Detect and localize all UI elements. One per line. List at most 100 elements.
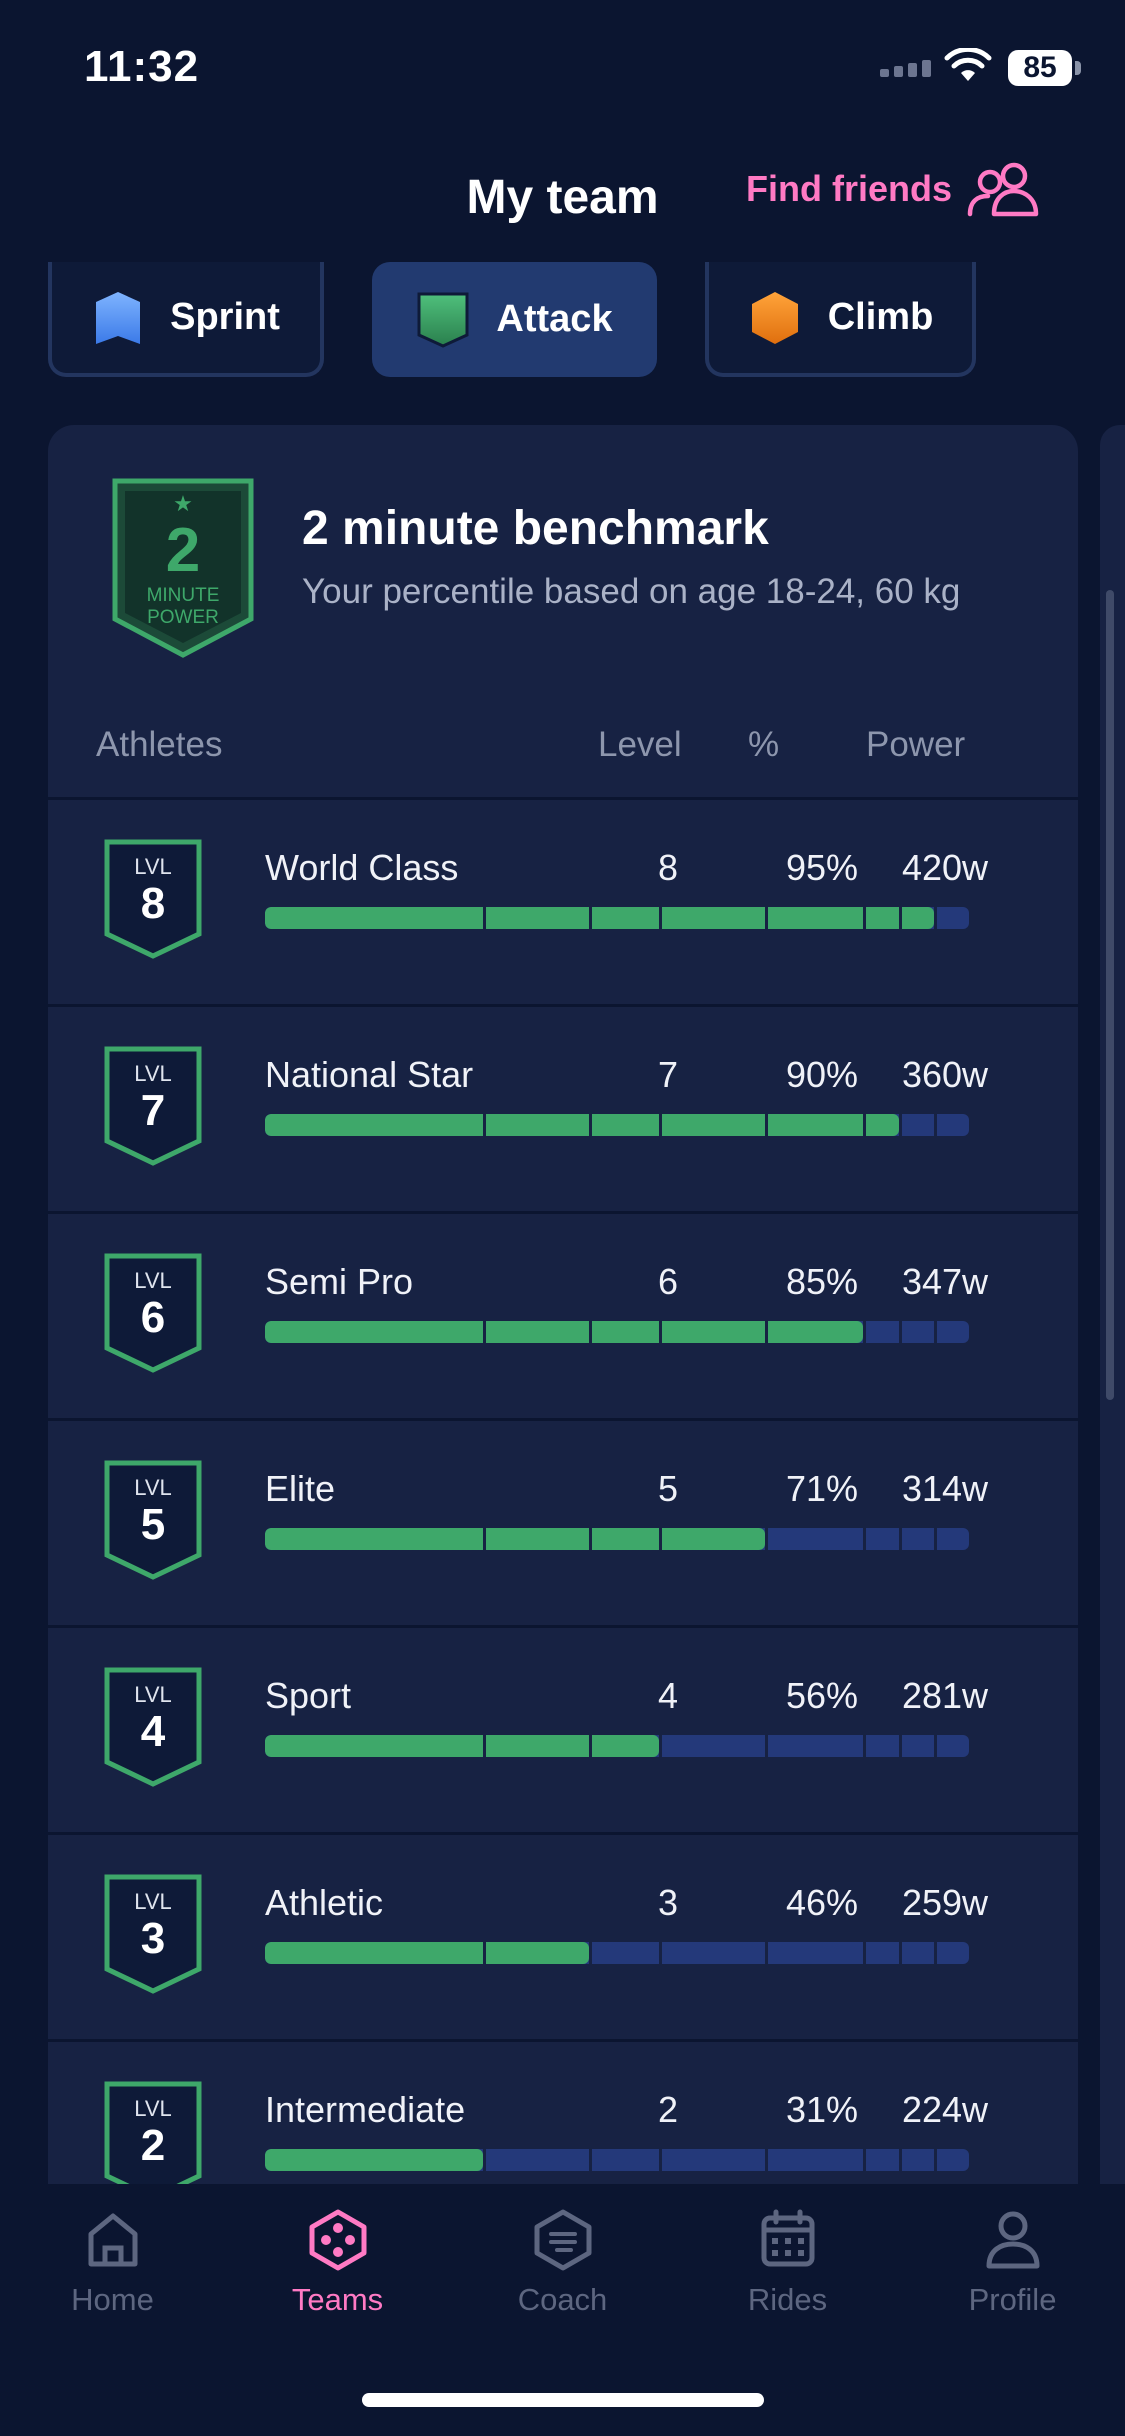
two-minute-power-badge: ★ 2 MINUTE POWER (112, 478, 254, 658)
nav-home[interactable]: Home (0, 2208, 225, 2318)
progress-bar-divider (933, 2149, 937, 2171)
battery-tip (1075, 61, 1081, 75)
table-row[interactable]: LVL 8 World Class 8 95% 420w (48, 797, 1078, 1004)
percent-value: 71% (785, 1468, 858, 1509)
progress-bar-divider (898, 1528, 902, 1550)
progress-bar-fill (265, 1528, 765, 1550)
table-row[interactable]: LVL 2 Intermediate 2 31% 224w (48, 2039, 1078, 2185)
level-badge-number: 4 (141, 1707, 166, 1756)
tab-attack-label: Attack (496, 298, 613, 340)
level-value: 5 (657, 1468, 678, 1509)
table-row[interactable]: LVL 5 Elite 5 71% 314w (48, 1418, 1078, 1625)
power-value: 420w (901, 847, 988, 888)
athlete-tier-name: National Star (265, 1054, 474, 1095)
scrollbar[interactable] (1106, 590, 1114, 1400)
progress-bar-divider (933, 1321, 937, 1343)
find-friends-button[interactable]: Find friends (746, 160, 1040, 218)
tab-climb[interactable]: Climb (705, 262, 976, 377)
progress-bar-divider (898, 907, 902, 929)
column-athletes: Athletes (96, 725, 223, 764)
progress-bar-divider (588, 1321, 592, 1343)
progress-bar-divider (933, 1942, 937, 1964)
profile-icon (986, 2211, 1039, 2269)
nav-rides[interactable]: Rides (675, 2208, 900, 2318)
power-value: 347w (901, 1261, 988, 1302)
progress-bar-divider (764, 907, 768, 929)
progress-bar-divider (483, 1321, 487, 1343)
progress-bar-divider (659, 1942, 663, 1964)
progress-bar-divider (933, 1528, 937, 1550)
level-badge: LVL4 (104, 1667, 202, 1787)
progress-bar-divider (863, 1528, 867, 1550)
level-badge-prefix: LVL (134, 1268, 172, 1293)
level-value: 2 (657, 2089, 678, 2130)
tab-climb-label: Climb (827, 296, 934, 338)
nav-teams[interactable]: Teams (225, 2208, 450, 2318)
level-badge-prefix: LVL (134, 1889, 172, 1914)
level-badge: LVL8 (104, 839, 202, 959)
athlete-tier-name: World Class (265, 847, 459, 888)
progress-bar-divider (764, 1735, 768, 1757)
find-friends-label: Find friends (746, 168, 952, 209)
nav-coach[interactable]: Coach (450, 2208, 675, 2318)
progress-bar-divider (588, 1528, 592, 1550)
column-percent: % (748, 725, 780, 764)
athlete-tier-name: Elite (265, 1468, 336, 1509)
nav-rides-label: Rides (747, 2282, 828, 2317)
calendar-icon (761, 2209, 814, 2267)
nav-profile[interactable]: Profile (900, 2208, 1125, 2318)
teams-icon (309, 2209, 366, 2271)
percent-value: 90% (785, 1054, 858, 1095)
athlete-tier-name: Sport (265, 1675, 352, 1716)
home-icon (88, 2213, 137, 2267)
progress-bar-divider (764, 1528, 768, 1550)
progress-bar-divider (933, 1114, 937, 1136)
progress-bar-divider (764, 2149, 768, 2171)
progress-bar-divider (764, 1942, 768, 1964)
table-row[interactable]: LVL 6 Semi Pro 6 85% 347w (48, 1211, 1078, 1418)
power-value: 314w (901, 1468, 988, 1509)
progress-bar-divider (659, 1528, 663, 1550)
progress-bar-divider (483, 907, 487, 929)
progress-bar-divider (764, 1114, 768, 1136)
level-badge: LVL2 (104, 2081, 202, 2185)
wifi-icon (944, 48, 992, 81)
percent-value: 95% (785, 847, 858, 888)
progress-bar-divider (483, 2149, 487, 2171)
level-badge-number: 5 (141, 1500, 165, 1549)
table-row[interactable]: LVL 3 Athletic 3 46% 259w (48, 1832, 1078, 2039)
progress-bar-divider (863, 907, 867, 929)
table-row[interactable]: LVL 4 Sport 4 56% 281w (48, 1625, 1078, 1832)
table-row[interactable]: LVL 7 National Star 7 90% 360w (48, 1004, 1078, 1211)
progress-bar-fill (265, 907, 934, 929)
badge-line2: POWER (147, 607, 219, 628)
level-badge-prefix: LVL (134, 2096, 172, 2121)
level-badge-prefix: LVL (134, 1061, 172, 1086)
progress-bar-divider (483, 1528, 487, 1550)
star-icon: ★ (173, 492, 193, 517)
progress-bar-divider (588, 2149, 592, 2171)
progress-bar-divider (863, 1735, 867, 1757)
level-badge-number: 8 (141, 879, 165, 928)
progress-bar (265, 2149, 969, 2171)
progress-bar-divider (898, 1735, 902, 1757)
progress-bar (265, 1942, 969, 1964)
tab-sprint[interactable]: Sprint (48, 262, 324, 377)
progress-bar-divider (863, 2149, 867, 2171)
progress-bar-divider (898, 1321, 902, 1343)
progress-bar (265, 907, 969, 929)
level-value: 4 (657, 1675, 678, 1716)
progress-bar-fill (265, 1321, 864, 1343)
badge-line1: MINUTE (147, 585, 220, 606)
progress-bar-fill (265, 1942, 589, 1964)
benchmark-subtitle: Your percentile based on age 18-24, 60 k… (302, 572, 961, 611)
progress-bar-divider (483, 1114, 487, 1136)
home-indicator (362, 2393, 764, 2407)
progress-bar-divider (659, 1114, 663, 1136)
badge-number: 2 (166, 516, 200, 585)
tab-attack[interactable]: Attack (372, 262, 657, 377)
climb-hexagon-icon (751, 291, 798, 344)
level-badge-number: 3 (141, 1914, 165, 1963)
progress-bar-divider (898, 2149, 902, 2171)
level-badge-prefix: LVL (134, 1475, 172, 1500)
